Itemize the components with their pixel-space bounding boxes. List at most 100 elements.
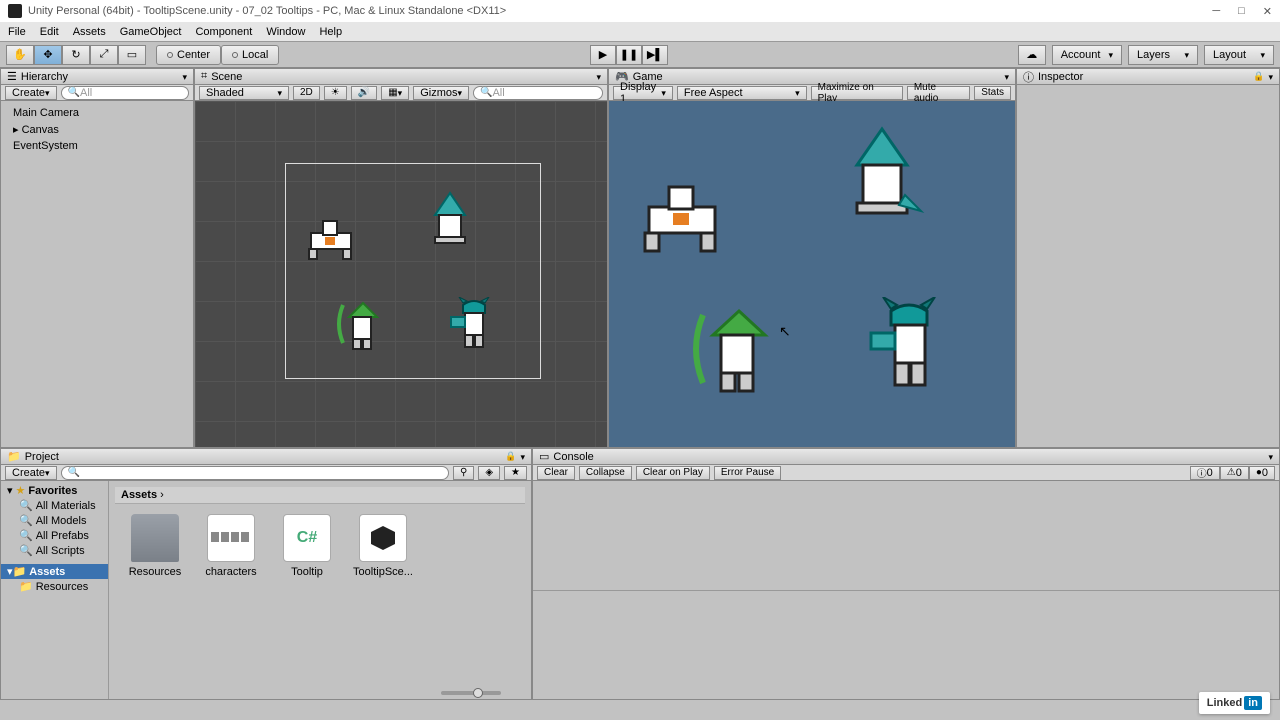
- menu-assets[interactable]: Assets: [73, 26, 106, 38]
- scale-tool[interactable]: ⤢: [90, 45, 118, 65]
- audio-toggle[interactable]: 🔊: [351, 86, 377, 100]
- layout-dropdown[interactable]: Layout: [1204, 45, 1274, 65]
- menu-file[interactable]: File: [8, 26, 26, 38]
- bottom-area: 📁Project 🔒 Create 🔍 ⚲ ◈ ★ ▾★Favorites 🔍A…: [0, 448, 1280, 700]
- console-clear-on-play[interactable]: Clear on Play: [636, 466, 710, 480]
- game-sprite-archer: [689, 301, 785, 397]
- window-title: Unity Personal (64bit) - TooltipScene.un…: [28, 5, 506, 17]
- error-count[interactable]: ● 0: [1249, 466, 1275, 480]
- fav-item[interactable]: 🔍All Scripts: [1, 543, 108, 558]
- window-controls: ─ □ ✕: [1212, 5, 1272, 18]
- maximize-button[interactable]: □: [1238, 5, 1245, 18]
- menu-gameobject[interactable]: GameObject: [120, 26, 182, 38]
- rotate-tool[interactable]: ↻: [62, 45, 90, 65]
- filter-icon[interactable]: ⚲: [453, 466, 474, 480]
- cloud-button[interactable]: ☁: [1018, 45, 1046, 65]
- sprite-knight[interactable]: [305, 211, 359, 261]
- maximize-toggle[interactable]: Maximize on Play: [811, 86, 903, 100]
- assets-root[interactable]: ▾📁Assets: [1, 564, 108, 579]
- sprite-viking[interactable]: [449, 297, 503, 351]
- sprite-wizard[interactable]: [425, 191, 475, 247]
- lighting-toggle[interactable]: ☀: [324, 86, 347, 100]
- fav-item[interactable]: 🔍All Models: [1, 513, 108, 528]
- filter-type-icon[interactable]: ◈: [478, 466, 500, 480]
- favorites-header[interactable]: ▾★Favorites: [1, 483, 108, 498]
- gizmos-dropdown[interactable]: Gizmos: [413, 86, 469, 100]
- fx-toggle[interactable]: ▦: [381, 86, 409, 100]
- close-button[interactable]: ✕: [1263, 5, 1272, 18]
- folder-item[interactable]: 📁Resources: [1, 579, 108, 594]
- unity-scene-icon: [359, 514, 407, 562]
- game-view[interactable]: ↖: [609, 101, 1015, 447]
- project-tree: ▾★Favorites 🔍All Materials 🔍All Models 🔍…: [1, 481, 109, 699]
- slider-thumb[interactable]: [473, 688, 483, 698]
- cursor-icon: ↖: [779, 323, 791, 340]
- pivot-local[interactable]: Local: [221, 45, 279, 65]
- menu-help[interactable]: Help: [319, 26, 342, 38]
- inspector-tab[interactable]: ⓘInspector 🔒: [1017, 69, 1279, 85]
- main-area: ☰Hierarchy Create 🔍All Main Camera ▸ Can…: [0, 68, 1280, 448]
- mode-2d[interactable]: 2D: [293, 86, 320, 100]
- console-toolbar: Clear Collapse Clear on Play Error Pause…: [533, 465, 1279, 481]
- scene-view[interactable]: [195, 101, 607, 447]
- scene-search[interactable]: 🔍All: [473, 86, 603, 100]
- asset-script[interactable]: C# Tooltip: [277, 514, 337, 578]
- mute-toggle[interactable]: Mute audio: [907, 86, 970, 100]
- game-toolbar: Display 1 Free Aspect Maximize on Play M…: [609, 85, 1015, 101]
- sprite-archer[interactable]: [335, 297, 389, 351]
- hierarchy-item[interactable]: ▸ Canvas: [1, 121, 193, 138]
- hierarchy-toolbar: Create 🔍All: [1, 85, 193, 101]
- info-count[interactable]: ⓘ 0: [1190, 466, 1220, 480]
- project-tab[interactable]: 📁Project 🔒: [1, 449, 531, 465]
- warn-count[interactable]: ⚠ 0: [1220, 466, 1249, 480]
- pause-button[interactable]: ❚❚: [616, 45, 642, 65]
- hierarchy-create[interactable]: Create: [5, 86, 57, 100]
- asset-image[interactable]: characters: [201, 514, 261, 578]
- image-icon: [207, 514, 255, 562]
- console-clear[interactable]: Clear: [537, 466, 575, 480]
- hierarchy-tab[interactable]: ☰Hierarchy: [1, 69, 193, 85]
- shading-dropdown[interactable]: Shaded: [199, 86, 289, 100]
- linkedin-badge: Linkedin: [1199, 692, 1270, 714]
- grid-size-slider[interactable]: [441, 691, 501, 695]
- stats-toggle[interactable]: Stats: [974, 86, 1011, 100]
- minimize-button[interactable]: ─: [1212, 5, 1220, 18]
- scene-tab[interactable]: ⌗Scene: [195, 69, 607, 85]
- main-toolbar: ✋ ✥ ↻ ⤢ ▭ Center Local ▶ ❚❚ ▶▌ ☁ Account…: [0, 42, 1280, 68]
- console-error-pause[interactable]: Error Pause: [714, 466, 781, 480]
- project-create[interactable]: Create: [5, 466, 57, 480]
- fav-item[interactable]: 🔍All Materials: [1, 498, 108, 513]
- aspect-dropdown[interactable]: Free Aspect: [677, 86, 807, 100]
- menu-edit[interactable]: Edit: [40, 26, 59, 38]
- game-sprite-wizard: [837, 125, 927, 225]
- asset-grid: Resources characters C# Tooltip TooltipS…: [115, 504, 525, 588]
- project-toolbar: Create 🔍 ⚲ ◈ ★: [1, 465, 531, 481]
- fav-item[interactable]: 🔍All Prefabs: [1, 528, 108, 543]
- console-collapse[interactable]: Collapse: [579, 466, 632, 480]
- menu-component[interactable]: Component: [195, 26, 252, 38]
- pivot-center[interactable]: Center: [156, 45, 221, 65]
- hand-tool[interactable]: ✋: [6, 45, 34, 65]
- menu-window[interactable]: Window: [266, 26, 305, 38]
- step-button[interactable]: ▶▌: [642, 45, 668, 65]
- play-button[interactable]: ▶: [590, 45, 616, 65]
- hierarchy-item[interactable]: Main Camera: [1, 105, 193, 121]
- account-dropdown[interactable]: Account: [1052, 45, 1122, 65]
- move-tool[interactable]: ✥: [34, 45, 62, 65]
- rect-tool[interactable]: ▭: [118, 45, 146, 65]
- hierarchy-search[interactable]: 🔍All: [61, 86, 189, 100]
- save-search-icon[interactable]: ★: [504, 466, 527, 480]
- right-toolbar: ☁ Account Layers Layout: [1018, 45, 1274, 65]
- asset-scene[interactable]: TooltipSce...: [353, 514, 413, 578]
- hierarchy-list: Main Camera ▸ Canvas EventSystem: [1, 101, 193, 158]
- layers-dropdown[interactable]: Layers: [1128, 45, 1198, 65]
- play-controls: ▶ ❚❚ ▶▌: [590, 45, 668, 65]
- csharp-icon: C#: [283, 514, 331, 562]
- scene-panel: ⌗Scene Shaded 2D ☀ 🔊 ▦ Gizmos 🔍All: [194, 68, 608, 448]
- console-tab[interactable]: ▭Console: [533, 449, 1279, 465]
- hierarchy-item[interactable]: EventSystem: [1, 138, 193, 154]
- display-dropdown[interactable]: Display 1: [613, 86, 673, 100]
- breadcrumb[interactable]: Assets ›: [115, 487, 525, 504]
- project-search[interactable]: 🔍: [61, 466, 449, 480]
- asset-folder[interactable]: Resources: [125, 514, 185, 578]
